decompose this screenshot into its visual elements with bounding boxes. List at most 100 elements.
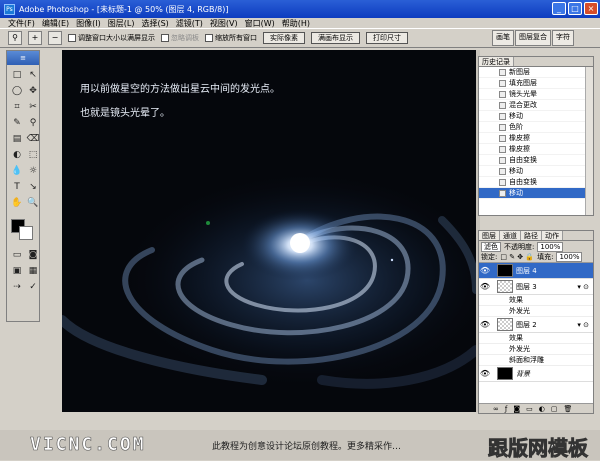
add-style-icon[interactable]: ƒ xyxy=(505,404,507,413)
menu-filter[interactable]: 滤镜(T) xyxy=(176,18,203,29)
tab-paths[interactable]: 路径 xyxy=(521,231,542,240)
history-item[interactable]: 新图层 xyxy=(479,67,593,78)
brush-tool-icon[interactable]: ✎ xyxy=(10,116,24,130)
effects-label: 效果 xyxy=(479,333,593,344)
link-layers-icon[interactable]: ∞ xyxy=(493,404,499,413)
history-item[interactable]: 自由变换 xyxy=(479,155,593,166)
effect-outer-glow[interactable]: 外发光 xyxy=(479,344,593,355)
marquee-tool-icon[interactable]: □ xyxy=(10,68,24,82)
resize-windows-checkbox[interactable]: 调整窗口大小以满屏显示 xyxy=(68,33,155,43)
effect-bevel-emboss[interactable]: 斜面和浮雕 xyxy=(479,355,593,366)
history-item[interactable]: 橡皮擦 xyxy=(479,144,593,155)
maximize-button[interactable]: □ xyxy=(568,2,582,15)
layer-effects-icon[interactable]: ▾ ⊙ xyxy=(577,321,589,329)
visibility-eye-icon[interactable]: 👁 xyxy=(479,369,491,378)
hand-tool-icon[interactable]: ✋ xyxy=(10,196,24,210)
path-selection-tool-icon[interactable]: ☼ xyxy=(26,164,40,178)
gradient-tool-icon[interactable]: ◐ xyxy=(10,148,24,162)
print-size-button[interactable]: 打印尺寸 xyxy=(366,32,408,44)
menu-help[interactable]: 帮助(H) xyxy=(282,18,310,29)
close-button[interactable]: × xyxy=(584,2,598,15)
layers-tabs: 图层 通道 路径 动作 xyxy=(479,231,593,241)
background-color-swatch[interactable] xyxy=(19,226,33,240)
photoshop-icon: Ps xyxy=(4,3,15,15)
history-item[interactable]: 移动 xyxy=(479,166,593,177)
history-item[interactable]: 橡皮擦 xyxy=(479,133,593,144)
blur-tool-icon[interactable]: ⬚ xyxy=(26,148,40,162)
history-item[interactable]: 色阶 xyxy=(479,122,593,133)
layer-row-background[interactable]: 👁 背景 xyxy=(479,366,593,382)
crop-tool-icon[interactable]: ⌗ xyxy=(10,100,24,114)
document-canvas[interactable]: 用以前做星空的方法做出星云中间的发光点。 也就是镜头光晕了。 xyxy=(62,50,476,412)
visibility-eye-icon[interactable]: 👁 xyxy=(479,320,491,329)
layer-row-4[interactable]: 👁 图层 4 xyxy=(479,263,593,279)
menu-layer[interactable]: 图层(L) xyxy=(108,18,135,29)
standard-mode-icon[interactable]: ▭ xyxy=(10,248,24,262)
new-layer-icon[interactable]: ▢ xyxy=(551,404,558,413)
well-tab-character[interactable]: 字符 xyxy=(552,30,574,46)
toolbox-header[interactable]: ≡ xyxy=(7,51,39,65)
stamp-tool-icon[interactable]: ⚲ xyxy=(26,116,40,130)
move-tool-icon[interactable]: ↖ xyxy=(26,68,40,82)
actual-pixels-button[interactable]: 实际像素 xyxy=(263,32,305,44)
quick-mask-icon[interactable]: ◙ xyxy=(26,248,40,262)
fit-on-screen-button[interactable]: 满画布显示 xyxy=(311,32,360,44)
fill-field[interactable]: 100% xyxy=(556,252,583,262)
add-mask-icon[interactable]: ◙ xyxy=(513,404,520,413)
effect-outer-glow[interactable]: 外发光 xyxy=(479,306,593,317)
menu-view[interactable]: 视图(V) xyxy=(210,18,238,29)
minimize-button[interactable]: _ xyxy=(552,2,566,15)
history-item[interactable]: 填充图层 xyxy=(479,78,593,89)
layer-thumbnail xyxy=(497,264,513,277)
menu-edit[interactable]: 编辑(E) xyxy=(42,18,69,29)
history-item[interactable]: 混合更改 xyxy=(479,100,593,111)
jump-to-imageready-icon[interactable]: ⇢ xyxy=(10,280,24,294)
pen-tool-icon[interactable]: ↘ xyxy=(26,180,40,194)
zoom-tool-icon[interactable]: 🔍 xyxy=(26,196,40,210)
visibility-eye-icon[interactable]: 👁 xyxy=(479,282,491,291)
trash-icon[interactable]: 🗑 xyxy=(563,404,572,413)
well-tab-layer-comps[interactable]: 图层复合 xyxy=(515,30,551,46)
visibility-eye-icon[interactable]: 👁 xyxy=(479,266,491,275)
layer-effects-icon[interactable]: ▾ ⊙ xyxy=(577,283,589,291)
history-item[interactable]: 镜头光晕 xyxy=(479,89,593,100)
magic-wand-tool-icon[interactable]: ✥ xyxy=(26,84,40,98)
tab-history[interactable]: 历史记录 xyxy=(479,57,514,66)
tool-preset-icon[interactable]: ✓ xyxy=(26,280,40,294)
zoom-tool-icon[interactable]: ⚲ xyxy=(8,31,22,45)
lasso-tool-icon[interactable]: ◯ xyxy=(10,84,24,98)
slice-tool-icon[interactable]: ✂ xyxy=(26,100,40,114)
ignore-palettes-checkbox[interactable]: 忽略调板 xyxy=(161,33,199,43)
history-header: 历史记录 xyxy=(479,57,593,67)
tab-actions[interactable]: 动作 xyxy=(542,231,563,240)
history-brush-tool-icon[interactable]: ▤ xyxy=(10,132,24,146)
eraser-tool-icon[interactable]: ⌫ xyxy=(26,132,40,146)
layer-row-3[interactable]: 👁 图层 3 ▾ ⊙ xyxy=(479,279,593,295)
well-tab-brushes[interactable]: 画笔 xyxy=(492,30,514,46)
type-tool-icon[interactable]: T xyxy=(10,180,24,194)
zoom-all-windows-checkbox[interactable]: 缩放所有窗口 xyxy=(205,33,257,43)
zoom-in-icon[interactable]: + xyxy=(28,31,42,45)
menu-file[interactable]: 文件(F) xyxy=(8,18,35,29)
full-screen-icon[interactable]: ▦ xyxy=(26,264,40,278)
history-scrollbar[interactable] xyxy=(585,67,593,215)
adjustment-icon[interactable]: ◐ xyxy=(539,404,545,413)
history-item[interactable]: 移动 xyxy=(479,111,593,122)
new-set-icon[interactable]: ▭ xyxy=(526,404,533,413)
menu-image[interactable]: 图像(I) xyxy=(76,18,101,29)
menu-select[interactable]: 选择(S) xyxy=(141,18,168,29)
menu-window[interactable]: 窗口(W) xyxy=(245,18,275,29)
layer-row-2[interactable]: 👁 图层 2 ▾ ⊙ xyxy=(479,317,593,333)
screen-mode-icon[interactable]: ▣ xyxy=(10,264,24,278)
history-item-current[interactable]: 移动 xyxy=(479,188,593,199)
tab-channels[interactable]: 通道 xyxy=(500,231,521,240)
toolbox: ≡ □ ↖ ◯ ✥ ⌗ ✂ ✎ ⚲ ▤ ⌫ ◐ ⬚ 💧 ☼ T ↘ ✋ 🔍 ▭ … xyxy=(6,50,40,322)
lock-icons[interactable]: □ ✎ ✥ 🔒 xyxy=(500,253,534,261)
opacity-field[interactable]: 100% xyxy=(537,242,564,252)
blend-mode-select[interactable]: 滤色 xyxy=(481,242,501,252)
zoom-out-icon[interactable]: − xyxy=(48,31,62,45)
dodge-tool-icon[interactable]: 💧 xyxy=(10,164,24,178)
tab-layers[interactable]: 图层 xyxy=(479,231,500,240)
history-item[interactable]: 自由变换 xyxy=(479,177,593,188)
tool-grid: □ ↖ ◯ ✥ ⌗ ✂ ✎ ⚲ ▤ ⌫ ◐ ⬚ 💧 ☼ T ↘ ✋ 🔍 xyxy=(7,65,39,213)
